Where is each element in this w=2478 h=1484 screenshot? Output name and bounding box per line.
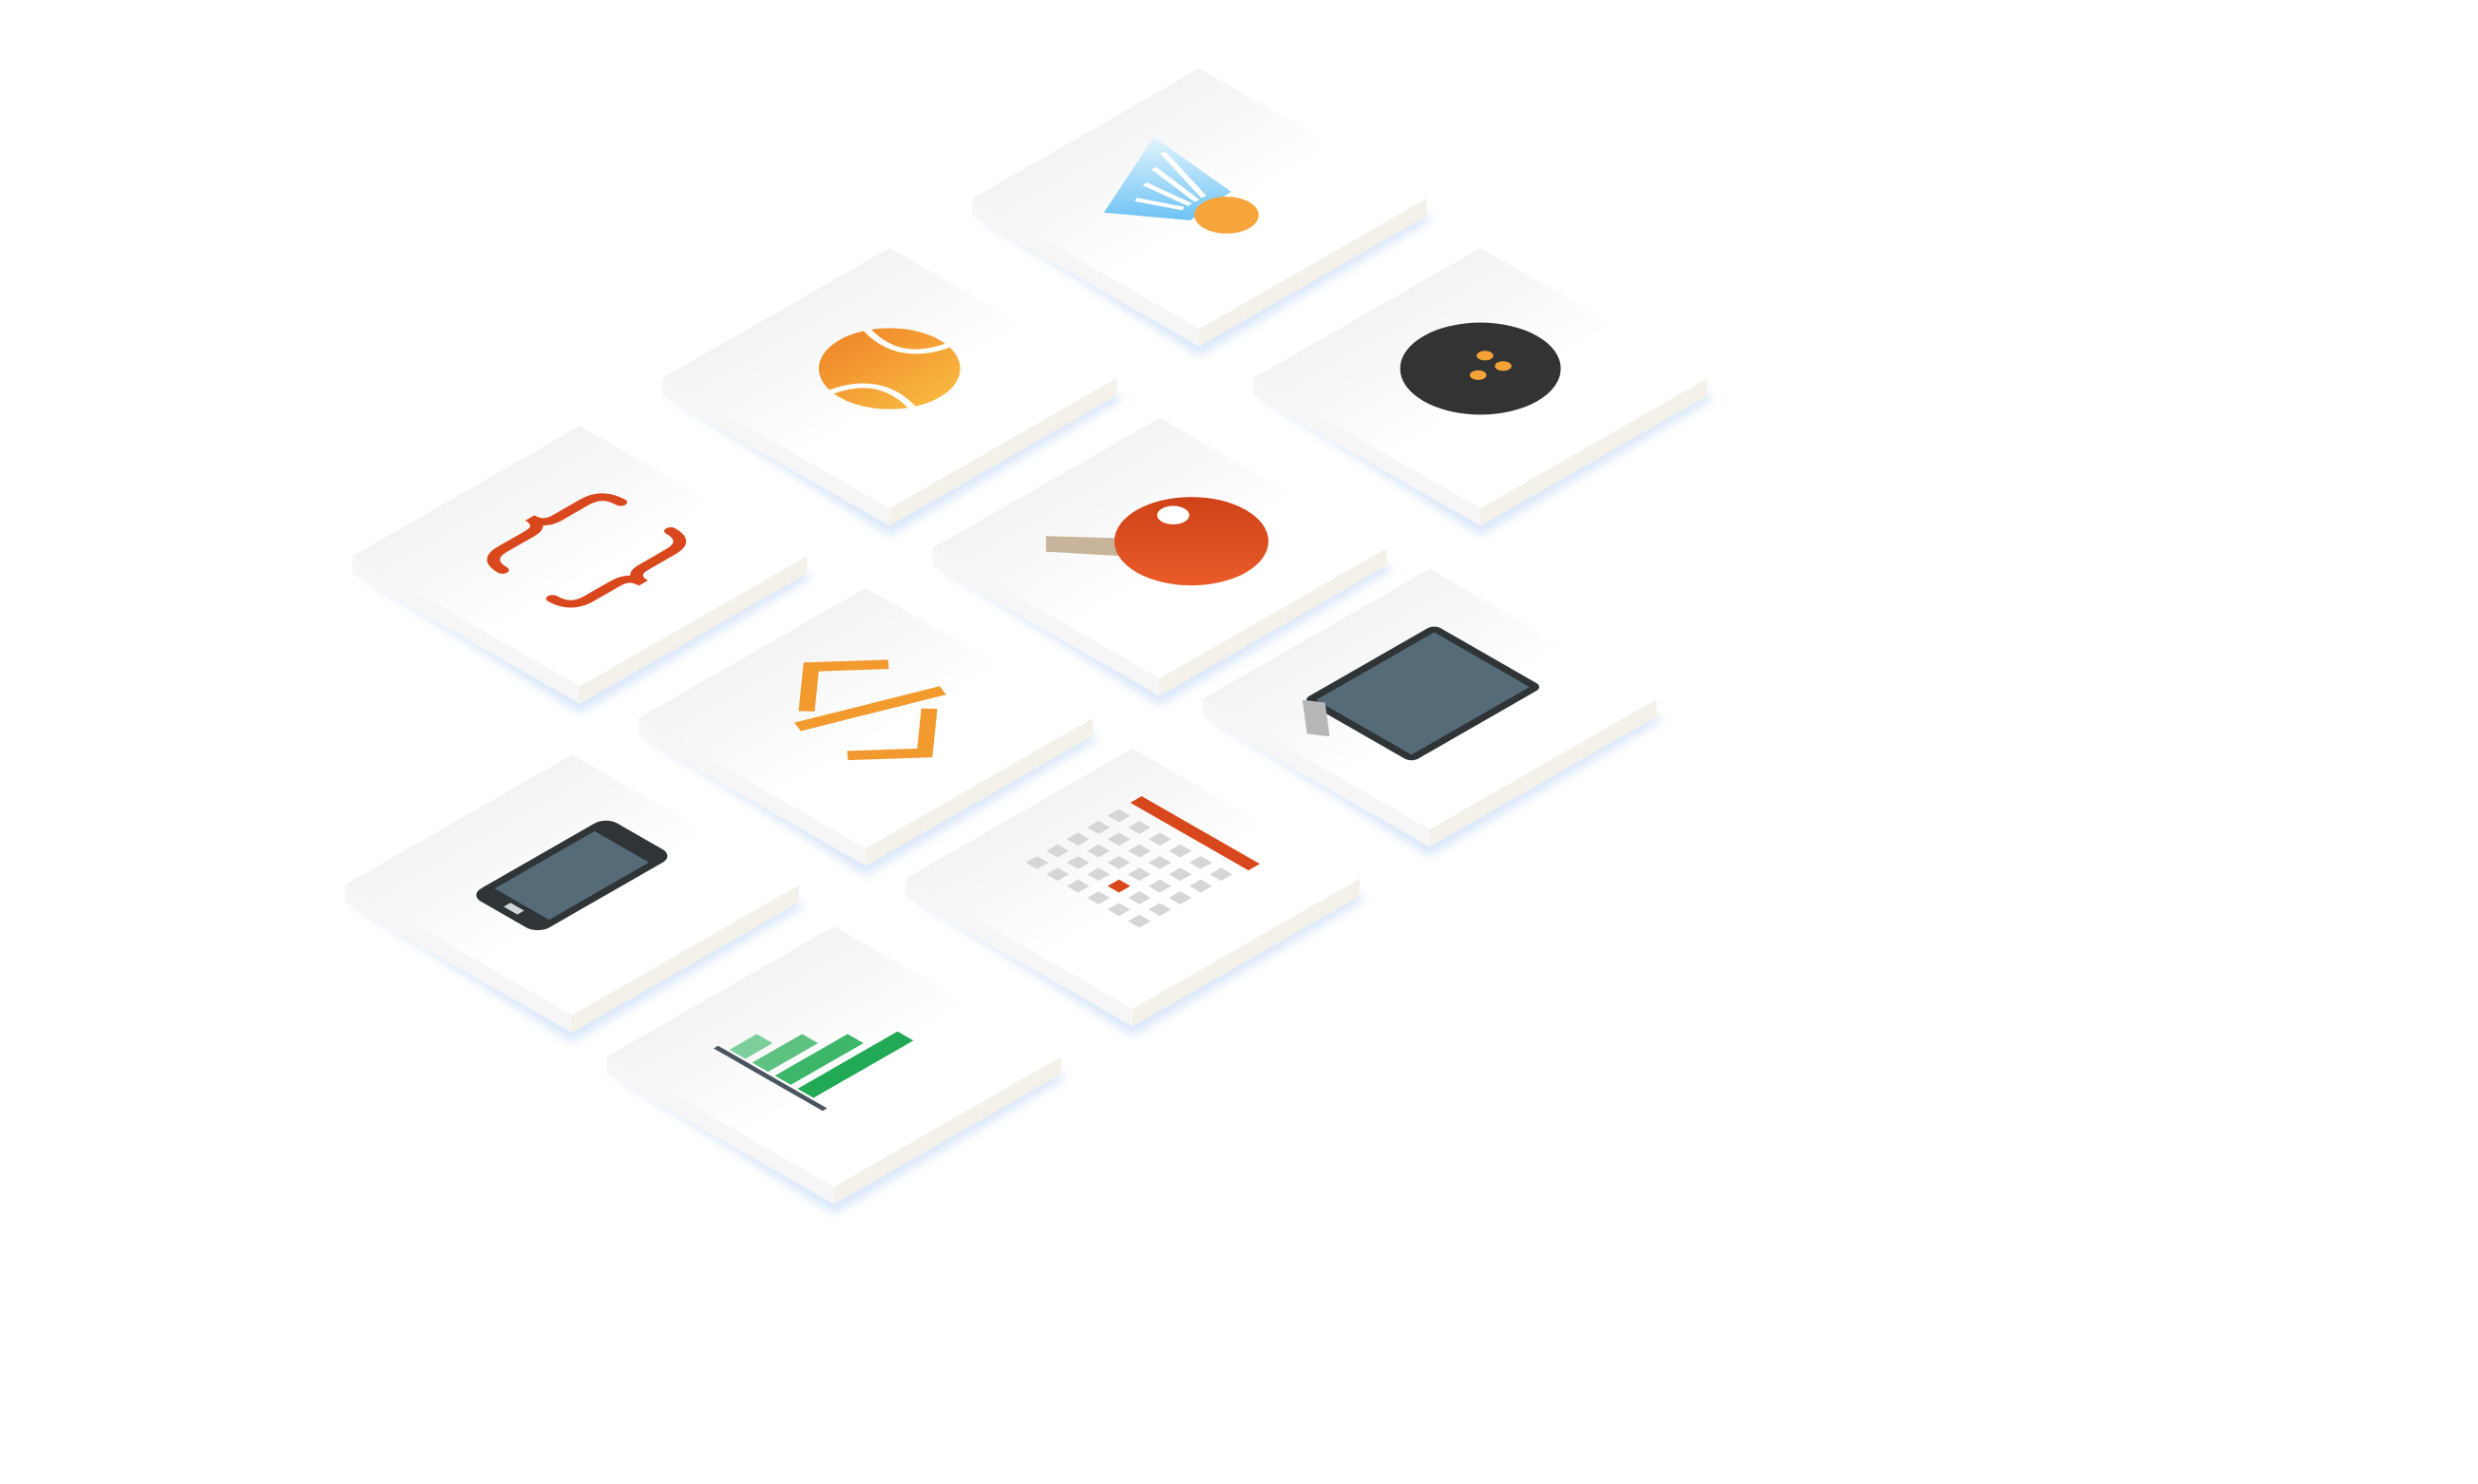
isometric-tile-grid [344,67,1714,1214]
tile-badminton-shuttlecock[interactable] [972,67,1433,356]
tile-bowling-ball[interactable] [1253,247,1714,536]
tile-top [353,426,808,687]
